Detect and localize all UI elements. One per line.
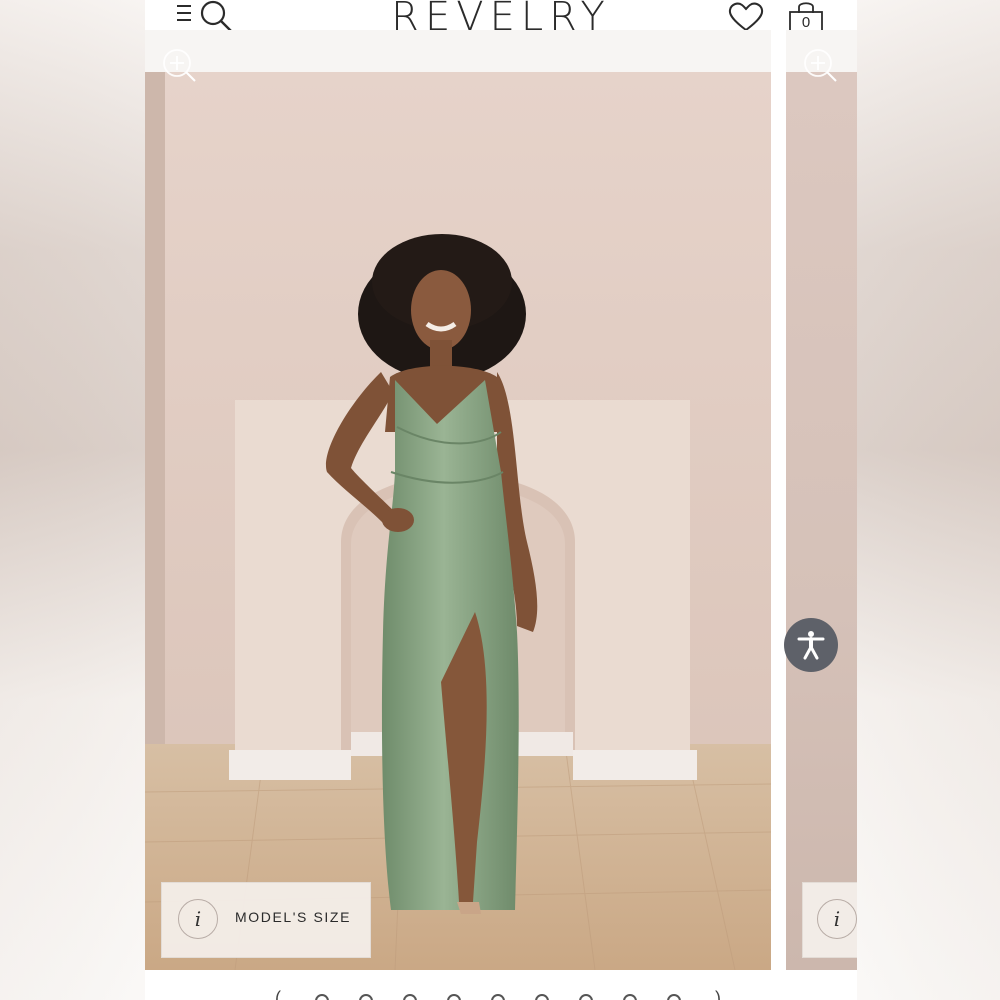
zoom-in-icon[interactable] — [800, 46, 838, 86]
info-icon: i — [178, 899, 218, 939]
carousel-next[interactable]: ) — [715, 988, 721, 1000]
menu-search-icon[interactable] — [175, 0, 235, 32]
carousel-dot[interactable] — [579, 994, 593, 1000]
model-size-badge[interactable]: i MODEL'S SIZE — [161, 882, 371, 958]
carousel-dots: ( ) — [275, 988, 735, 1000]
carousel-dot[interactable] — [315, 994, 329, 1000]
background-blur-left — [0, 0, 145, 1000]
accessibility-icon — [797, 631, 825, 660]
background-blur-right — [855, 0, 1000, 1000]
bag-count: 0 — [801, 14, 811, 31]
site-header: REVELRY 0 — [145, 0, 857, 40]
accessibility-button[interactable] — [784, 618, 838, 672]
model-size-label: MODEL'S SIZE — [235, 909, 352, 925]
carousel-dot[interactable] — [535, 994, 549, 1000]
info-icon: i — [817, 899, 857, 939]
product-image-main[interactable]: i MODEL'S SIZE — [145, 72, 771, 970]
carousel-dot[interactable] — [403, 994, 417, 1000]
carousel-dot[interactable] — [667, 994, 681, 1000]
gallery-gap — [771, 30, 786, 970]
heart-icon[interactable] — [728, 2, 764, 32]
carousel-dot[interactable] — [623, 994, 637, 1000]
product-page: REVELRY 0 i MODEL'S SIZE i () — [145, 0, 857, 1000]
model-size-badge-next[interactable]: i — [802, 882, 857, 958]
product-image-next[interactable]: i — [786, 72, 857, 970]
carousel-prev[interactable]: ( — [275, 988, 281, 1000]
zoom-strip — [145, 30, 857, 72]
carousel-dot[interactable] — [491, 994, 505, 1000]
carousel-dot[interactable] — [447, 994, 461, 1000]
zoom-in-icon[interactable] — [159, 46, 197, 86]
carousel-dot[interactable] — [359, 994, 373, 1000]
